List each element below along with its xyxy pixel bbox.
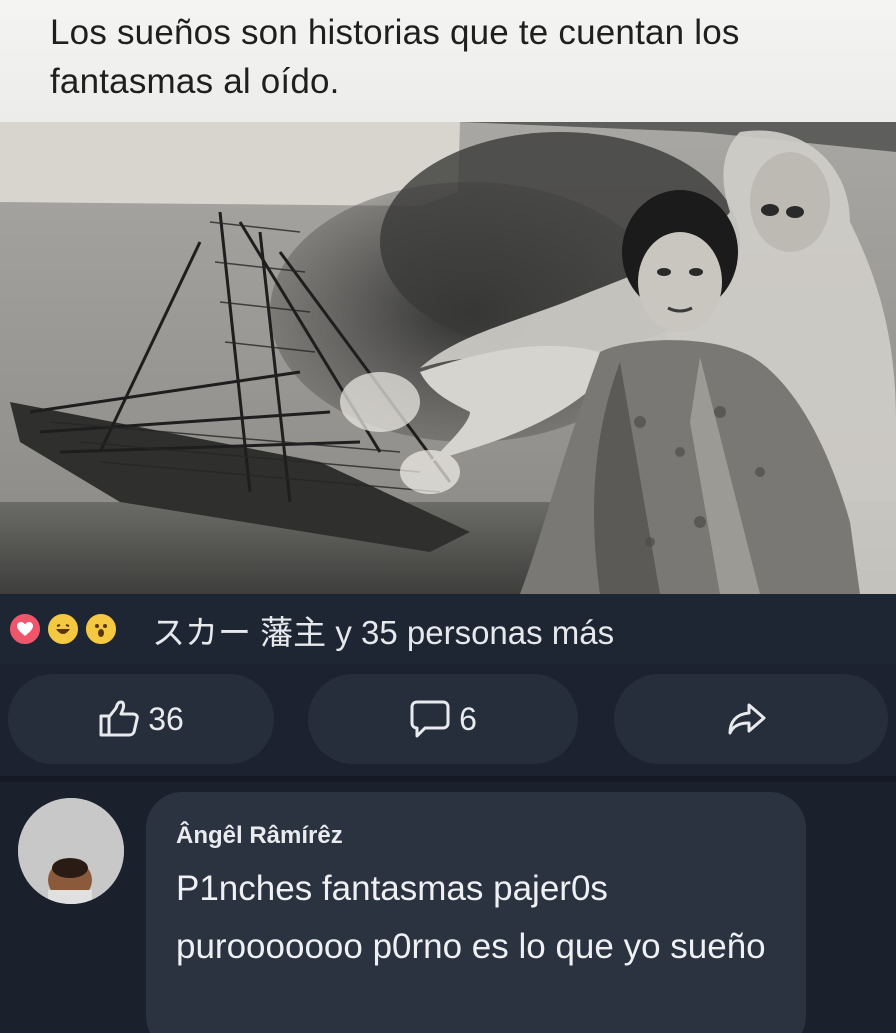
reactions-summary[interactable]: スカー 藩主 y 35 personas más [152, 606, 614, 654]
thumbs-up-icon [99, 700, 139, 737]
comment-text: P1nches fantasmas pajer0s purooooooo p0r… [176, 869, 766, 966]
comment-bubble[interactable]: Ângêl Râmírêz P1nches fantasmas pajer0s … [146, 792, 806, 1033]
heart-reaction-icon [8, 612, 42, 646]
commenter-name[interactable]: Ângêl Râmírêz [176, 822, 343, 850]
post-actions: 36 6 [0, 664, 896, 774]
share-arrow-icon [728, 703, 766, 735]
comment-button[interactable]: 6 [308, 674, 578, 764]
vintage-illustration-icon [0, 122, 896, 594]
commenter-avatar[interactable] [18, 798, 124, 904]
like-count: 36 [148, 700, 184, 737]
haha-reaction-icon [46, 612, 80, 646]
reaction-icons[interactable] [8, 612, 148, 648]
post-caption: Los sueños son historias que te cuentan … [50, 13, 740, 101]
comment-section: Ângêl Râmírêz P1nches fantasmas pajer0s … [0, 782, 896, 1033]
reactions-bar[interactable]: スカー 藩主 y 35 personas más [0, 594, 896, 664]
wow-reaction-icon [84, 612, 118, 646]
post-photo[interactable] [0, 122, 896, 594]
share-button[interactable] [614, 674, 888, 764]
like-button[interactable]: 36 [8, 674, 274, 764]
post-caption-area: Los sueños son historias que te cuentan … [0, 0, 896, 122]
comment-icon [410, 700, 450, 738]
avatar-photo-icon [18, 798, 124, 904]
screenshot-frame: Los sueños son historias que te cuentan … [0, 0, 896, 1033]
comment-count: 6 [459, 700, 477, 737]
